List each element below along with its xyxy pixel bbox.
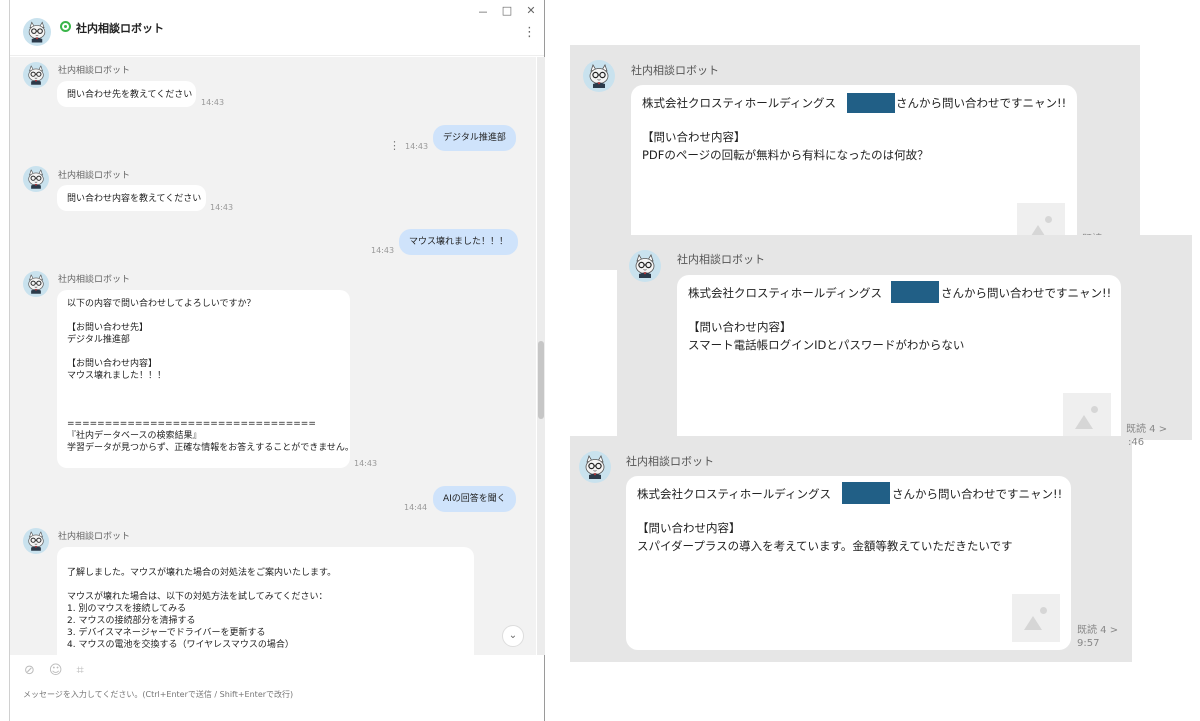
robot-cat-avatar-icon[interactable] <box>23 528 49 554</box>
message-bubble-bot: 了解しました。マウスが壊れた場合の対処法をご案内いたします。 マウスが壊れた場合… <box>57 547 474 655</box>
crop-icon[interactable]: ⌗ <box>76 663 83 678</box>
message-bubble-user: デジタル推進部 <box>433 125 516 151</box>
inquiry-heading: 【問い合わせ内容】 <box>637 521 741 535</box>
minimize-button[interactable]: － <box>476 4 490 20</box>
message-bubble-user[interactable]: AIの回答を聞く <box>433 486 516 512</box>
inquiry-heading: 【問い合わせ内容】 <box>642 130 746 144</box>
inquiry-suffix: さんから問い合わせですニャン!! <box>896 96 1067 110</box>
attach-icon[interactable]: ⊘ <box>24 663 35 678</box>
window-controls: － □ ✕ <box>476 4 538 20</box>
inquiry-suffix: さんから問い合わせですニャン!! <box>941 286 1112 300</box>
emoji-icon[interactable]: ☺ <box>49 663 63 678</box>
online-status-icon <box>60 21 71 32</box>
inquiry-body: スパイダープラスの導入を考えています。金額等教えていただきたいです <box>637 539 1013 553</box>
robot-cat-avatar-icon[interactable] <box>629 250 661 282</box>
close-button[interactable]: ✕ <box>524 4 538 20</box>
message-time: 14:43 <box>405 142 429 151</box>
redacted-name <box>891 281 939 303</box>
window-title: 社内相談ロボット <box>76 22 164 35</box>
message-time: 14:44 <box>404 503 428 512</box>
image-placeholder-icon[interactable] <box>1012 594 1060 642</box>
robot-cat-avatar-icon[interactable] <box>23 62 49 88</box>
bot-name: 社内相談ロボット <box>631 64 719 77</box>
inquiry-body: PDFのページの回転が無料から有料になったのは何故？ <box>642 148 929 162</box>
message-time: 14:43 <box>354 459 378 468</box>
bot-name: 社内相談ロボット <box>58 66 131 76</box>
more-vertical-icon[interactable]: ⋮ <box>389 139 400 152</box>
scrollbar-thumb[interactable] <box>538 341 544 419</box>
window-header: 社内相談ロボット ⋮ <box>10 0 544 56</box>
maximize-button[interactable]: □ <box>500 4 514 20</box>
robot-cat-avatar-icon[interactable] <box>579 451 611 483</box>
message-time: :46 <box>1128 437 1145 448</box>
message-input[interactable] <box>23 690 523 699</box>
notification-card: 社内相談ロボット 株式会社クロスティホールディングス さんから問い合わせですニャ… <box>570 436 1132 662</box>
bot-name: 社内相談ロボット <box>58 532 131 542</box>
card-message: 株式会社クロスティホールディングス さんから問い合わせですニャン!! 【問い合わ… <box>626 476 1071 650</box>
message-time: 14:43 <box>371 246 395 255</box>
message-time: 14:43 <box>210 203 234 212</box>
inquiry-suffix: さんから問い合わせですニャン!! <box>892 487 1063 501</box>
bot-name: 社内相談ロボット <box>58 275 131 285</box>
message-time: 14:43 <box>201 98 225 107</box>
notification-card: 社内相談ロボット 株式会社クロスティホールディングス さんから問い合わせですニャ… <box>617 235 1192 465</box>
scrollbar[interactable] <box>537 57 545 655</box>
read-count[interactable]: 既読 4 > <box>1126 420 1167 435</box>
read-count[interactable]: 既読 4 > <box>1077 621 1118 636</box>
bot-name: 社内相談ロボット <box>677 253 765 266</box>
chat-history[interactable]: 社内相談ロボット 問い合わせ先を教えてください 14:43 ⋮ 14:43 デジ… <box>10 57 536 655</box>
compose-area: ⊘ ☺ ⌗ <box>10 655 536 721</box>
chat-window: 社内相談ロボット ⋮ － □ ✕ 社内相談ロボット 問い合わせ先を教えてください… <box>9 0 545 721</box>
redacted-name <box>847 93 895 113</box>
bot-name: 社内相談ロボット <box>58 171 131 181</box>
image-placeholder-icon[interactable] <box>1063 393 1111 441</box>
robot-cat-avatar-icon[interactable] <box>23 271 49 297</box>
chevron-down-icon[interactable]: ⌄ <box>502 625 524 647</box>
company-name: 株式会社クロスティホールディングス <box>637 487 832 501</box>
message-bubble-bot: 問い合わせ先を教えてください <box>57 81 196 107</box>
redacted-name <box>842 482 890 504</box>
robot-cat-avatar-icon[interactable] <box>23 166 49 192</box>
message-time: 9:57 <box>1077 638 1100 649</box>
robot-cat-avatar-icon[interactable] <box>583 60 615 92</box>
more-vertical-icon[interactable]: ⋮ <box>523 26 536 39</box>
inquiry-body: スマート電話帳ログインIDとパスワードがわからない <box>688 338 965 352</box>
message-bubble-user: マウス壊れました！！！ <box>399 229 519 255</box>
bot-name: 社内相談ロボット <box>626 455 714 468</box>
message-bubble-bot: 問い合わせ内容を教えてください <box>57 185 206 211</box>
company-name: 株式会社クロスティホールディングス <box>642 96 837 110</box>
robot-cat-avatar-icon[interactable] <box>23 18 51 46</box>
inquiry-heading: 【問い合わせ内容】 <box>688 320 792 334</box>
message-bubble-bot: 以下の内容で問い合わせしてよろしいですか？ 【お問い合わせ先】 デジタル推進部 … <box>57 290 354 468</box>
company-name: 株式会社クロスティホールディングス <box>688 286 883 300</box>
